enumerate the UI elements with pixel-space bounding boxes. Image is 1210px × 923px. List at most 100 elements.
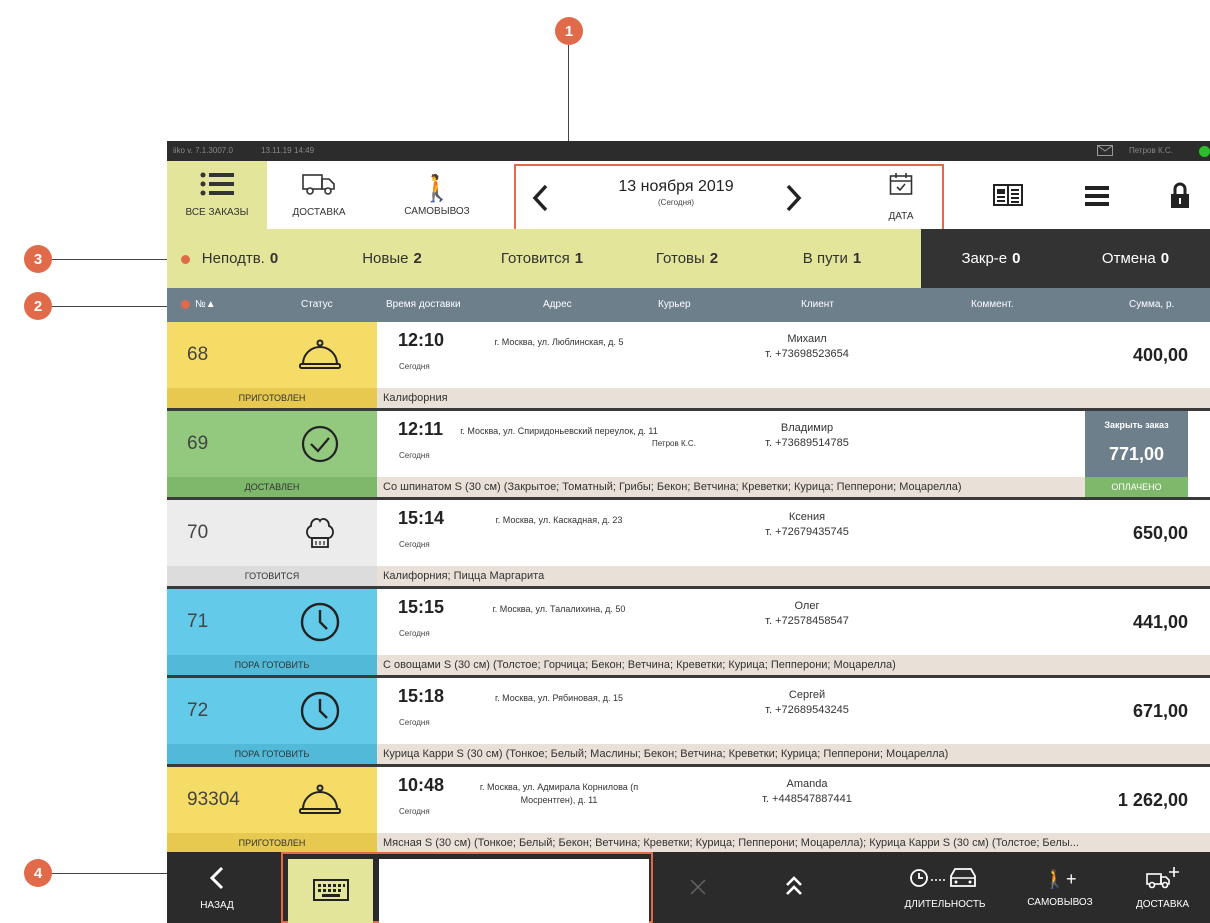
client-info: Ксения т. +72679435745 — [722, 510, 892, 540]
delivery-address: г. Москва, ул. Люблинская, д. 5 — [494, 337, 624, 347]
column-status[interactable]: Статус — [301, 288, 333, 322]
tab-count: 2 — [413, 250, 422, 267]
tab-label: Отмена — [1101, 250, 1156, 267]
prev-date-button[interactable] — [530, 182, 552, 214]
client-phone: т. +72689543245 — [765, 704, 849, 716]
column-number[interactable]: №▲ — [195, 288, 216, 322]
tab-count: 2 — [709, 250, 719, 267]
column-client[interactable]: Клиент — [801, 288, 834, 322]
paid-label: ОПЛАЧЕНО — [1085, 477, 1188, 497]
order-status-cell: 68 — [167, 322, 377, 388]
table-row[interactable]: 72 ПОРА ГОТОВИТЬ 15:18 Сегодня г. Москва… — [167, 678, 1210, 767]
order-status-cell: 72 — [167, 678, 377, 744]
column-courier[interactable]: Курьер — [658, 288, 691, 322]
date-main: 13 ноября 2019 — [618, 178, 734, 195]
new-delivery-button[interactable]: ДОСТАВКА — [1115, 852, 1210, 923]
client-name: Олег — [794, 600, 820, 612]
order-status-label: ПОРА ГОТОВИТЬ — [167, 744, 377, 764]
new-pickup-label: САМОВЫВОЗ — [1027, 897, 1093, 908]
column-address[interactable]: Адрес — [543, 288, 572, 322]
tab-canceled[interactable]: Отмена 0 — [1061, 229, 1210, 288]
duration-button[interactable]: ДЛИТЕЛЬНОСТЬ — [885, 852, 1005, 923]
menu-icon[interactable] — [1085, 185, 1109, 207]
delivery-filter-button[interactable]: ДОСТАВКА — [269, 161, 369, 229]
order-number: 71 — [187, 611, 209, 632]
client-phone: т. +73689514785 — [765, 437, 849, 449]
tab-new[interactable]: Новые 2 — [337, 229, 447, 288]
date-picker-button[interactable]: ДАТА — [876, 172, 926, 228]
delivery-time: 15:15 — [398, 597, 445, 617]
delivery-time: 15:18 — [398, 686, 445, 706]
delivery-time: 12:10 — [398, 330, 445, 350]
tab-count: 0 — [1012, 250, 1021, 267]
calendar-icon — [889, 172, 913, 201]
table-row[interactable]: 71 ПОРА ГОТОВИТЬ 15:15 Сегодня г. Москва… — [167, 589, 1210, 678]
keyboard-button[interactable] — [288, 859, 373, 923]
order-number: 69 — [187, 433, 209, 454]
tab-count: 0 — [1160, 250, 1170, 267]
table-row[interactable]: 69 ДОСТАВЛЕН 12:11 Сегодня г. Москва, ул… — [167, 411, 1210, 500]
client-info: Михаил т. +73698523654 — [722, 332, 892, 362]
close-order-label: Закрыть заказ — [1104, 420, 1169, 430]
order-items: С овощами S (30 см) (Толстое; Горчица; Б… — [377, 655, 1210, 675]
table-row[interactable]: 93304 ПРИГОТОВЛЕН 10:48 Сегодня г. Москв… — [167, 767, 1210, 856]
order-status-cell: 93304 — [167, 767, 377, 833]
next-date-button[interactable] — [782, 182, 804, 214]
client-phone: т. +72578458547 — [765, 615, 849, 627]
tab-closed[interactable]: Закр-е 0 — [921, 229, 1061, 288]
lock-icon[interactable] — [1170, 181, 1190, 209]
column-delivery-time[interactable]: Время доставки — [386, 288, 461, 322]
back-button[interactable]: НАЗАД — [167, 852, 267, 923]
closed-tabs-group: Закр-е 0 Отмена 0 — [921, 229, 1210, 288]
courier-name: Петров К.С. — [652, 439, 696, 448]
date-sub: (Сегодня) — [658, 198, 694, 207]
order-number: 70 — [187, 522, 209, 543]
order-number: 93304 — [187, 789, 240, 810]
delivery-day: Сегодня — [399, 718, 430, 727]
delivery-time: 10:48 — [398, 775, 445, 795]
tab-on-the-way[interactable]: В пути 1 — [777, 229, 887, 288]
pickup-filter-button[interactable]: 🚶 САМОВЫВОЗ — [372, 161, 502, 229]
mail-icon[interactable] — [1097, 145, 1113, 156]
search-input[interactable] — [379, 859, 649, 923]
delivery-address: г. Москва, ул. Каскадная, д. 23 — [495, 515, 623, 525]
cloche-icon — [297, 779, 343, 821]
double-chevron-up-icon[interactable] — [784, 874, 804, 898]
tab-cooking[interactable]: Готовится 1 — [482, 229, 602, 288]
tab-count: 1 — [574, 250, 584, 267]
clear-search-icon[interactable] — [689, 878, 707, 896]
online-indicator — [1199, 146, 1210, 157]
order-items: Со шпинатом S (30 см) (Закрытое; Томатны… — [377, 477, 1085, 497]
order-items: Курица Карри S (30 см) (Тонкое; Белый; М… — [377, 744, 1210, 764]
clock-icon — [297, 690, 343, 732]
status-bar: iiko v. 7.1.3007.0 13.11.19 14:49 Петров… — [167, 141, 1210, 161]
new-pickup-button[interactable]: 🚶+ САМОВЫВОЗ — [1015, 852, 1105, 923]
column-comment[interactable]: Коммент. — [971, 288, 1013, 322]
callout-3: 3 — [24, 245, 52, 273]
chevron-right-icon — [782, 184, 804, 218]
back-label: НАЗАД — [200, 899, 234, 911]
tab-unconfirmed[interactable]: Неподтв. 0 — [185, 229, 295, 288]
table-row[interactable]: 68 ПРИГОТОВЛЕН 12:10 Сегодня г. Москва, … — [167, 322, 1210, 411]
truck-plus-icon — [1145, 866, 1180, 893]
delivery-address: г. Москва, ул. Талалихина, д. 50 — [492, 604, 626, 614]
order-status-label: ПРИГОТОВЛЕН — [167, 833, 377, 853]
order-items: Калифорния — [377, 388, 1210, 408]
column-sum[interactable]: Сумма, р. — [1129, 288, 1174, 322]
close-order-button[interactable]: Закрыть заказ 771,00 — [1085, 411, 1188, 477]
orders-list: 68 ПРИГОТОВЛЕН 12:10 Сегодня г. Москва, … — [167, 322, 1210, 856]
callout-1: 1 — [555, 17, 583, 45]
table-row[interactable]: 70 ГОТОВИТСЯ 15:14 Сегодня г. Москва, ул… — [167, 500, 1210, 589]
tab-ready[interactable]: Готовы 2 — [632, 229, 742, 288]
chef-hat-icon — [297, 512, 343, 554]
order-status-label: ПРИГОТОВЛЕН — [167, 388, 377, 408]
delivery-day: Сегодня — [399, 451, 430, 460]
delivery-address: г. Москва, ул. Спиридоньевский переулок,… — [460, 426, 658, 436]
delivery-address: г. Москва, ул. Адмирала Корнилова (п Мос… — [479, 782, 639, 805]
client-phone: т. +73698523654 — [765, 348, 849, 360]
keyboard-icon — [312, 878, 349, 906]
all-orders-button[interactable]: ВСЕ ЗАКАЗЫ — [167, 161, 267, 229]
chevron-left-icon — [209, 865, 225, 894]
book-icon[interactable] — [993, 183, 1023, 207]
delivery-day: Сегодня — [399, 807, 430, 816]
